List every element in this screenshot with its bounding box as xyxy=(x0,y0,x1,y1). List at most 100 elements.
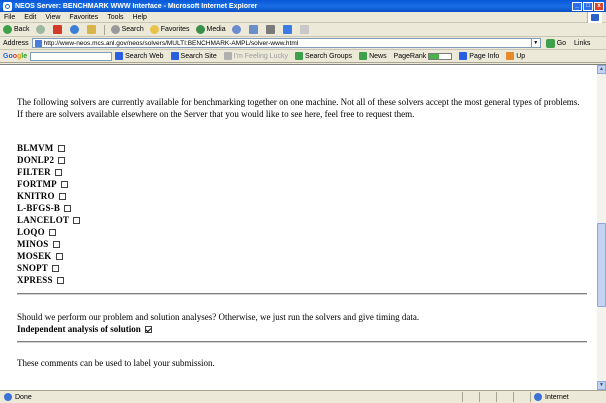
back-button[interactable]: Back xyxy=(3,25,30,34)
menu-tools[interactable]: Tools xyxy=(107,14,123,21)
solver-row: LOQO xyxy=(17,226,80,238)
favorites-star-icon xyxy=(149,25,159,34)
windows-logo-icon xyxy=(587,12,602,23)
favorites-label: Favorites xyxy=(160,26,190,33)
pagerank-bar xyxy=(428,52,453,60)
links-button[interactable]: Links xyxy=(574,40,590,47)
refresh-icon xyxy=(69,25,79,34)
solver-checkbox[interactable] xyxy=(55,252,63,260)
go-label: Go xyxy=(556,39,567,47)
google-logo[interactable]: Google xyxy=(3,53,27,60)
up-icon xyxy=(506,52,515,60)
feeling-lucky-button[interactable]: I'm Feeling Lucky xyxy=(223,52,288,60)
close-button[interactable]: x xyxy=(594,1,604,11)
solver-checkbox[interactable] xyxy=(64,204,72,212)
solver-checkbox[interactable] xyxy=(57,144,65,152)
solver-checkbox[interactable] xyxy=(52,240,60,248)
history-button[interactable] xyxy=(231,25,243,34)
browser-window: NEOS Server: BENCHMARK WWW Interface - M… xyxy=(0,0,606,403)
solver-checkbox[interactable] xyxy=(48,228,56,236)
news-button[interactable]: News xyxy=(359,52,387,60)
analysis-question-text: Should we perform our problem and soluti… xyxy=(17,312,420,322)
maximize-button[interactable]: □ xyxy=(583,1,593,11)
address-input[interactable]: http://www-neos.mcs.anl.gov/neos/solvers… xyxy=(31,38,532,48)
edit-icon xyxy=(282,25,292,34)
print-button[interactable] xyxy=(265,25,277,34)
solvers-intro-text: The following solvers are currently avai… xyxy=(17,97,580,119)
feeling-lucky-icon xyxy=(223,52,232,60)
solver-checkbox[interactable] xyxy=(60,180,68,188)
menu-help[interactable]: Help xyxy=(133,14,147,21)
page-viewport: The following solvers are currently avai… xyxy=(0,64,597,391)
solver-name: LOQO xyxy=(17,227,45,237)
google-toolbar: Google Search Web Search Site I'm Feelin… xyxy=(0,50,606,63)
title-bar: NEOS Server: BENCHMARK WWW Interface - M… xyxy=(0,0,606,12)
status-bar: Done Internet xyxy=(0,390,606,403)
solver-checkbox[interactable] xyxy=(73,216,81,224)
solver-checkbox[interactable] xyxy=(58,156,66,164)
window-title: NEOS Server: BENCHMARK WWW Interface - M… xyxy=(15,2,258,10)
solver-name: MOSEK xyxy=(17,251,52,261)
go-button[interactable]: Go xyxy=(545,38,567,48)
history-icon xyxy=(231,25,241,34)
back-label: Back xyxy=(14,26,30,33)
discuss-icon xyxy=(299,25,309,34)
status-panel xyxy=(513,392,530,402)
menu-edit[interactable]: Edit xyxy=(24,14,36,21)
mail-icon xyxy=(248,25,258,34)
page-info-button[interactable]: Page Info xyxy=(459,52,499,60)
vertical-scrollbar[interactable]: ▲ ▼ xyxy=(597,64,606,390)
independent-analysis-checkbox[interactable] xyxy=(144,325,152,333)
scroll-up-button[interactable]: ▲ xyxy=(597,65,606,74)
search-label: Search xyxy=(121,26,144,33)
media-button[interactable]: Media xyxy=(195,25,226,34)
menu-view[interactable]: View xyxy=(45,14,60,21)
search-groups-button[interactable]: Search Groups xyxy=(294,52,352,60)
media-icon xyxy=(195,25,205,34)
mail-button[interactable] xyxy=(248,25,260,34)
address-dropdown-button[interactable]: ▼ xyxy=(531,38,541,48)
solver-name: MINOS xyxy=(17,239,49,249)
search-groups-icon xyxy=(294,52,303,60)
address-bar: Address http://www-neos.mcs.anl.gov/neos… xyxy=(0,37,606,50)
favorites-button[interactable]: Favorites xyxy=(149,25,190,34)
home-button[interactable] xyxy=(86,25,98,34)
refresh-button[interactable] xyxy=(69,25,81,34)
solver-row: XPRESS xyxy=(17,274,80,286)
menu-favorites[interactable]: Favorites xyxy=(69,14,98,21)
scroll-down-button[interactable]: ▼ xyxy=(597,381,606,390)
solver-checkbox[interactable] xyxy=(54,168,62,176)
scroll-thumb[interactable] xyxy=(597,223,606,307)
page-icon xyxy=(34,39,42,47)
solver-name: DONLP2 xyxy=(17,155,55,165)
menu-file[interactable]: File xyxy=(4,14,15,21)
discuss-button[interactable] xyxy=(299,25,311,34)
address-label: Address xyxy=(3,39,29,47)
solver-row: FILTER xyxy=(17,166,80,178)
solver-name: L-BFGS-B xyxy=(17,203,61,213)
media-label: Media xyxy=(206,26,226,33)
solver-row: BLMVM xyxy=(17,142,80,154)
status-panel xyxy=(462,392,479,402)
search-site-button[interactable]: Search Site xyxy=(170,52,217,60)
forward-button[interactable] xyxy=(35,25,47,34)
solver-row: L-BFGS-B xyxy=(17,202,80,214)
stop-button[interactable] xyxy=(52,25,64,34)
standard-toolbar: Back Search Favorites Media xyxy=(0,23,606,37)
up-button[interactable]: Up xyxy=(506,52,525,60)
solver-checkbox[interactable] xyxy=(52,264,60,272)
solver-checkbox[interactable] xyxy=(56,276,64,284)
status-panel xyxy=(496,392,513,402)
edit-button[interactable] xyxy=(282,25,294,34)
minimize-button[interactable]: _ xyxy=(572,1,582,11)
back-arrow-icon xyxy=(3,25,12,34)
page-status-icon xyxy=(4,393,12,401)
search-web-button[interactable]: Search Web xyxy=(115,52,164,60)
independent-analysis-row: Independent analysis of solution xyxy=(17,324,152,334)
google-search-input[interactable] xyxy=(30,51,113,61)
search-button[interactable]: Search xyxy=(110,25,144,34)
comments-text: These comments can be used to label your… xyxy=(17,358,215,368)
status-panel xyxy=(479,392,496,402)
solver-checkbox[interactable] xyxy=(58,192,66,200)
toolbar-separator xyxy=(103,24,105,35)
